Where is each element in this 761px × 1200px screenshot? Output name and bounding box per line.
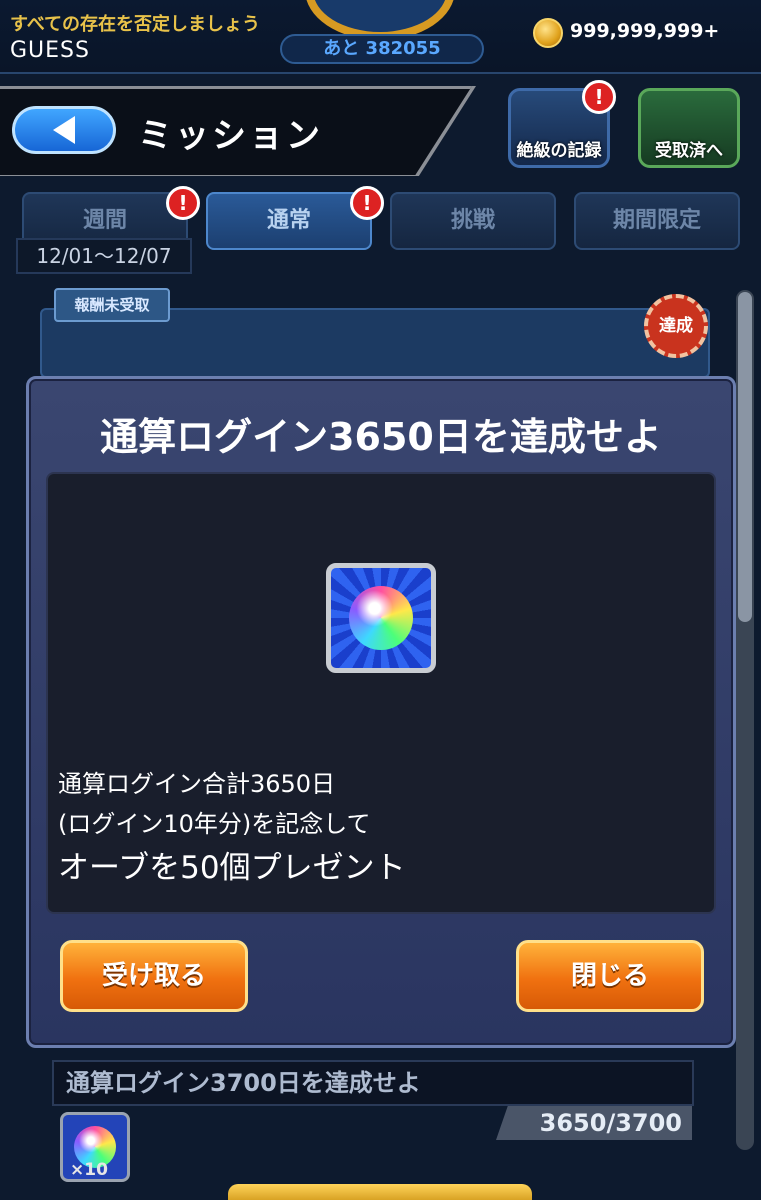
dialog-description-line2: (ログイン10年分)を記念して — [58, 810, 371, 838]
tab-normal-alert-icon: ! — [350, 186, 384, 220]
received-button[interactable]: 受取済へ — [638, 88, 740, 168]
alert-badge-icon: ! — [582, 80, 616, 114]
received-button-label: 受取済へ — [655, 141, 723, 161]
unclaimed-tag: 報酬未受取 — [54, 288, 170, 322]
mission-progress: 3650/3700 — [496, 1106, 692, 1140]
dialog-title: 通算ログイン3650日を達成せよ — [100, 415, 662, 459]
tab-normal[interactable]: 通常 — [206, 192, 372, 250]
next-mission-title: 通算ログイン3700日を達成せよ — [52, 1060, 694, 1106]
dialog-description-line1: 通算ログイン合計3650日 — [58, 770, 336, 798]
back-arrow-icon — [53, 116, 75, 144]
coin-icon — [533, 18, 563, 48]
page-title: ミッション — [138, 116, 323, 156]
achieved-stamp: 達成 — [644, 294, 708, 358]
tab-weekly-alert-icon: ! — [166, 186, 200, 220]
bottom-action-button[interactable] — [228, 1184, 532, 1200]
orb-icon — [349, 586, 413, 650]
back-button[interactable] — [12, 106, 116, 154]
scrollbar-thumb[interactable] — [738, 292, 752, 622]
coin-count: 999,999,999+ — [570, 20, 720, 42]
tab-challenge[interactable]: 挑戦 — [390, 192, 556, 250]
reward-quantity: ×10 — [70, 1160, 108, 1180]
player-motto: すべての存在を否定しましょう — [10, 14, 261, 35]
player-name: GUESS — [10, 38, 90, 63]
reward-item-frame — [326, 563, 436, 673]
exp-remaining: あと 382055 — [280, 34, 484, 64]
dialog-description-line3: オーブを50個プレゼント — [58, 850, 406, 886]
record-button-label: 絶級の記録 — [516, 141, 602, 161]
receive-button[interactable]: 受け取る — [60, 940, 248, 1012]
tab-limited[interactable]: 期間限定 — [574, 192, 740, 250]
week-range: 12/01〜12/07 — [16, 238, 192, 274]
close-button[interactable]: 閉じる — [516, 940, 704, 1012]
